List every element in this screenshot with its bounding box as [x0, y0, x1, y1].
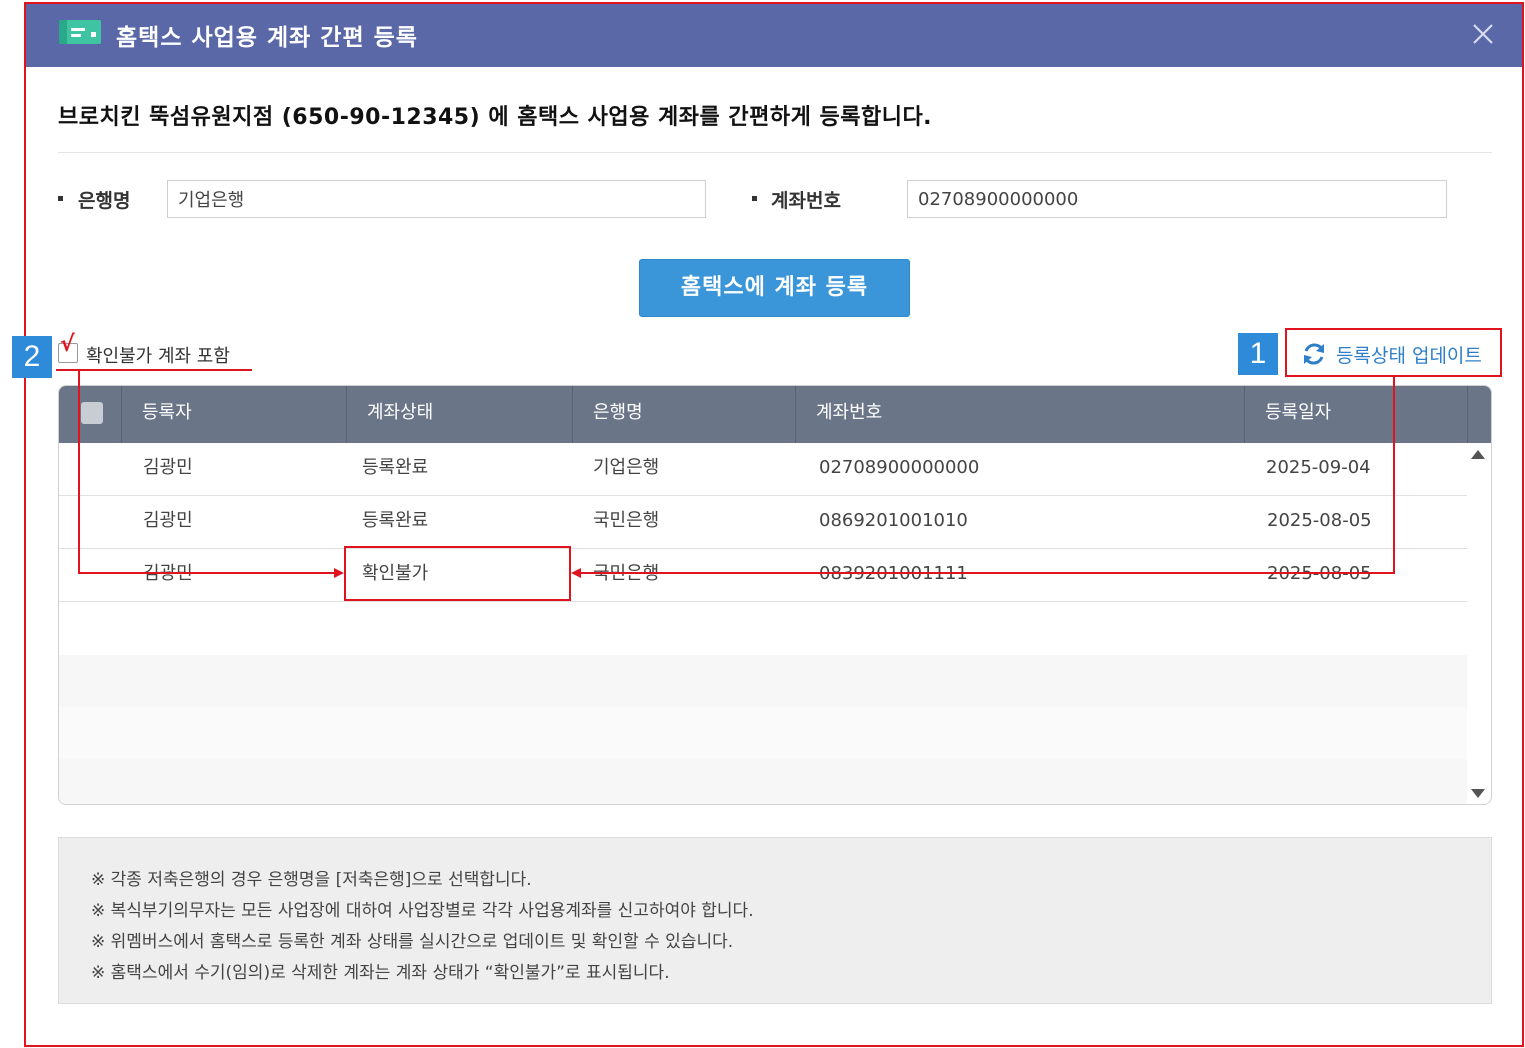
- bullet-icon: [58, 196, 63, 201]
- select-all-checkbox[interactable]: [81, 402, 103, 424]
- empty-row: [59, 707, 1467, 759]
- bank-label: 은행명: [78, 190, 131, 212]
- cell-date: 2025-08-05: [1267, 563, 1372, 584]
- cell-registrant: 김광민: [143, 563, 193, 584]
- table-row[interactable]: 김광민 등록완료 국민은행 0869201001010 2025-08-05: [59, 496, 1467, 549]
- cell-date: 2025-09-04: [1266, 457, 1371, 478]
- account-label: 계좌번호: [771, 190, 841, 212]
- dialog-titlebar: 홈택스 사업용 계좌 간편 등록: [26, 4, 1522, 67]
- bullet-icon: [752, 196, 757, 201]
- column-header-status[interactable]: 계좌상태: [346, 386, 572, 443]
- refresh-icon: [1304, 343, 1324, 365]
- annotation-highlight-status: [344, 546, 571, 601]
- cell-account: 02708900000000: [819, 457, 980, 478]
- cell-registrant: 김광민: [143, 457, 193, 478]
- cell-bank: 기업은행: [593, 457, 660, 478]
- annotation-underline: [56, 369, 252, 371]
- register-account-button[interactable]: 홈택스에 계좌 등록: [639, 259, 910, 317]
- cell-bank: 국민은행: [593, 510, 660, 531]
- notice-box: ※ 각종 저축은행의 경우 은행명을 [저축은행]으로 선택합니다. ※ 복식부…: [58, 837, 1492, 1004]
- scroll-down-arrow-icon[interactable]: [1471, 789, 1485, 798]
- table-row[interactable]: 김광민 확인불가 국민은행 0839201001111 2025-08-05: [59, 549, 1467, 602]
- step-badge-1: 1: [1238, 333, 1278, 375]
- dialog-title: 홈택스 사업용 계좌 간편 등록: [116, 25, 418, 51]
- divider: [58, 152, 1492, 153]
- step-badge-2: 2: [12, 336, 52, 378]
- bank-select[interactable]: [167, 180, 706, 218]
- cell-account: 0869201001010: [819, 510, 968, 531]
- scroll-up-arrow-icon[interactable]: [1471, 450, 1485, 459]
- cell-status: 등록완료: [362, 457, 429, 478]
- column-header-date[interactable]: 등록일자: [1244, 386, 1467, 443]
- table-body: 김광민 등록완료 기업은행 02708900000000 2025-09-04 …: [59, 443, 1467, 804]
- account-number-input[interactable]: [907, 180, 1447, 218]
- column-header-account[interactable]: 계좌번호: [795, 386, 1244, 443]
- column-header-registrant[interactable]: 등록자: [121, 386, 346, 443]
- include-unverified-label: 확인불가 계좌 포함: [86, 346, 230, 367]
- update-status-label: 등록상태 업데이트: [1336, 345, 1482, 367]
- cell-status: 등록완료: [362, 510, 429, 531]
- accounts-table: 등록자 계좌상태 은행명 계좌번호 등록일자 김광민 등록완료 기업은행 027…: [58, 385, 1492, 805]
- table-row[interactable]: 김광민 등록완료 기업은행 02708900000000 2025-09-04: [59, 443, 1467, 496]
- cell-registrant: 김광민: [143, 510, 193, 531]
- notice-line: ※ 복식부기의무자는 모든 사업장에 대하여 사업장별로 각각 사업용계좌를 신…: [91, 901, 754, 921]
- column-header-bank[interactable]: 은행명: [572, 386, 795, 443]
- notice-line: ※ 위멤버스에서 홈택스로 등록한 계좌 상태를 실시간으로 업데이트 및 확인…: [91, 932, 734, 952]
- empty-row: [59, 655, 1467, 707]
- intro-text: 브로치킨 뚝섬유원지점 (650-90-12345) 에 홈택스 사업용 계좌를…: [58, 105, 933, 130]
- table-header: 등록자 계좌상태 은행명 계좌번호 등록일자: [59, 386, 1491, 443]
- notice-line: ※ 홈택스에서 수기(임의)로 삭제한 계좌는 계좌 상태가 “확인불가”로 표…: [91, 963, 670, 983]
- empty-row: [59, 759, 1467, 804]
- check-mark-icon: √: [60, 332, 75, 357]
- cell-bank: 국민은행: [593, 563, 660, 584]
- cell-account: 0839201001111: [819, 563, 968, 584]
- cell-date: 2025-08-05: [1267, 510, 1372, 531]
- close-icon[interactable]: [1469, 20, 1497, 48]
- notice-line: ※ 각종 저축은행의 경우 은행명을 [저축은행]으로 선택합니다.: [91, 870, 532, 890]
- column-header-spacer: [1467, 386, 1491, 443]
- bankbook-icon: [59, 20, 101, 44]
